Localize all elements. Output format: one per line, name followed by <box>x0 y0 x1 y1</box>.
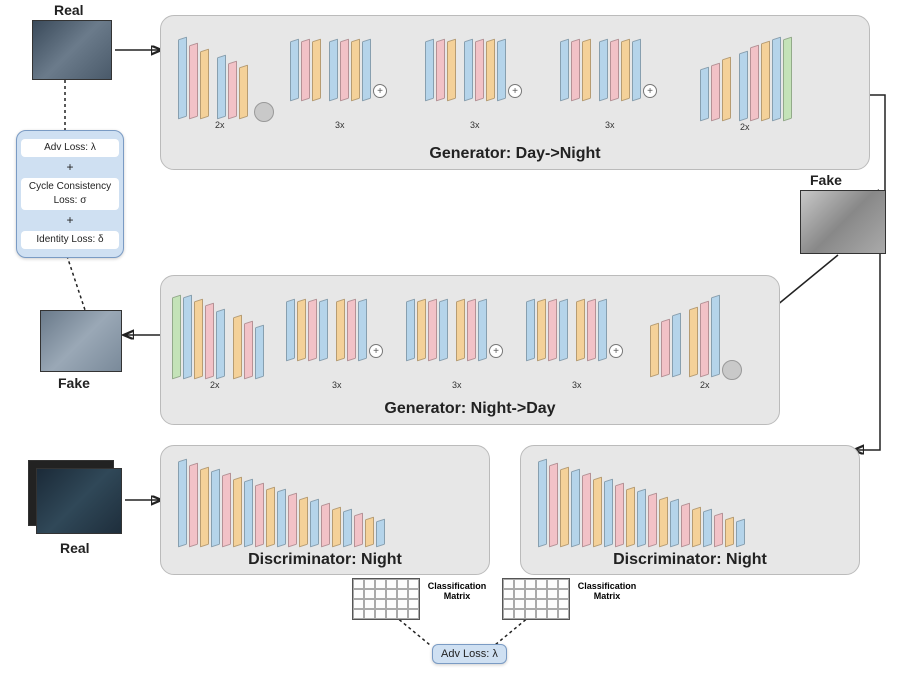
plus-1: + <box>21 159 119 176</box>
loss-identity: Identity Loss: δ <box>21 231 119 249</box>
classmat-right-label: Classification Matrix <box>572 582 642 602</box>
label-fake-night: Fake <box>810 172 842 188</box>
gen2-mult-3: 3x <box>452 380 462 390</box>
image-real-night <box>36 468 122 534</box>
adv-loss-box: Adv Loss: λ <box>432 644 507 664</box>
loss-combined-box: Adv Loss: λ + Cycle Consistency Loss: σ … <box>16 130 124 258</box>
gen2-enc <box>650 296 746 376</box>
label-fake-day: Fake <box>58 375 90 391</box>
gen1-mult-1: 2x <box>215 120 225 130</box>
latent-ball-1 <box>254 102 274 122</box>
module-disc-right-title: Discriminator: Night <box>521 551 859 569</box>
gen2-mult-1: 2x <box>210 380 220 390</box>
gen1-res-1: + <box>290 40 387 100</box>
classmat-left-label: Classification Matrix <box>422 582 492 602</box>
module-gen-day2night-title: Generator: Day->Night <box>161 145 869 163</box>
gen1-res-3: + <box>560 40 657 100</box>
gen2-res-2: + <box>406 300 503 360</box>
module-gen-night2day-title: Generator: Night->Day <box>161 400 779 418</box>
add-circle: + <box>508 84 522 98</box>
gen2-res-1: + <box>286 300 383 360</box>
gen1-enc <box>178 38 274 118</box>
gen2-res-3: + <box>526 300 623 360</box>
add-circle: + <box>489 344 503 358</box>
gen1-mult-5: 2x <box>740 122 750 132</box>
label-real-day: Real <box>54 2 84 18</box>
classmat-right <box>502 578 570 620</box>
gen1-res-2: + <box>425 40 522 100</box>
add-circle: + <box>373 84 387 98</box>
add-circle: + <box>609 344 623 358</box>
label-real-night: Real <box>60 540 90 556</box>
loss-adv: Adv Loss: λ <box>21 139 119 157</box>
gen2-mult-2: 3x <box>332 380 342 390</box>
gen2-dec <box>172 296 264 378</box>
gen1-mult-2: 3x <box>335 120 345 130</box>
gen1-mult-3: 3x <box>470 120 480 130</box>
loss-cycle: Cycle Consistency Loss: σ <box>21 178 119 210</box>
gen1-dec <box>700 38 792 120</box>
add-circle: + <box>643 84 657 98</box>
image-fake-night <box>800 190 886 254</box>
add-circle: + <box>369 344 383 358</box>
gen1-mult-4: 3x <box>605 120 615 130</box>
gen2-mult-4: 3x <box>572 380 582 390</box>
gen2-mult-5: 2x <box>700 380 710 390</box>
module-disc-left-title: Discriminator: Night <box>161 551 489 569</box>
classmat-left <box>352 578 420 620</box>
disc-left-layers <box>178 460 385 546</box>
image-fake-day <box>40 310 122 372</box>
latent-ball-2 <box>722 360 742 380</box>
image-real-day <box>32 20 112 80</box>
plus-2: + <box>21 212 119 229</box>
disc-right-layers <box>538 460 745 546</box>
